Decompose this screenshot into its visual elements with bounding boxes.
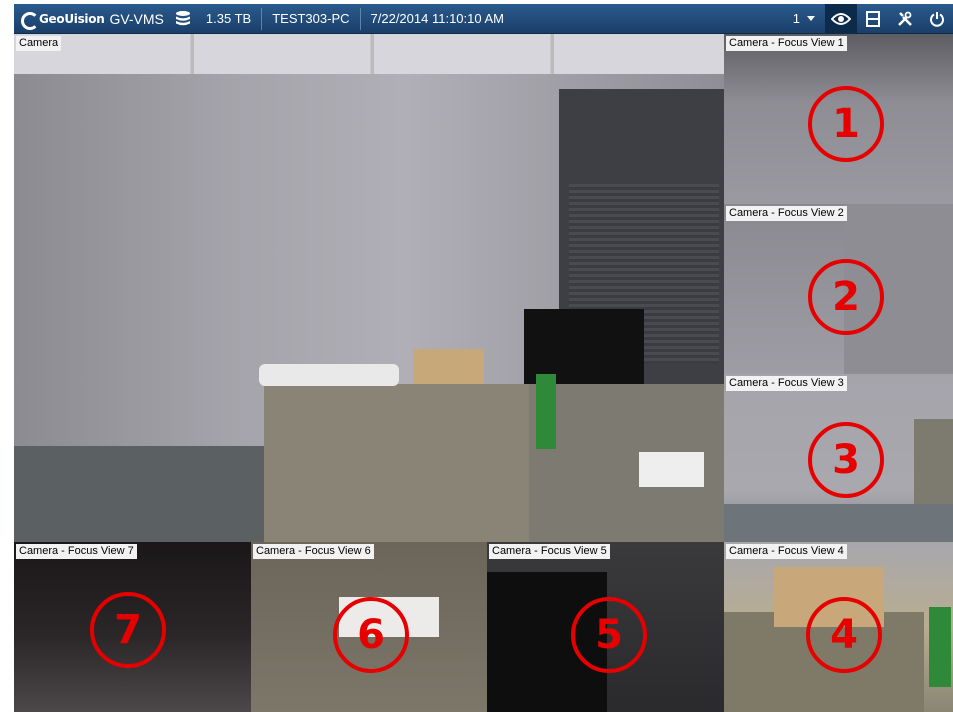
host-name: TEST303-PC bbox=[272, 11, 350, 26]
storage-size: 1.35 TB bbox=[205, 11, 252, 26]
focus-view-7[interactable]: Camera - Focus View 7 7 bbox=[14, 542, 251, 712]
focus-view-label: Camera - Focus View 1 bbox=[726, 36, 847, 51]
power-button[interactable] bbox=[921, 4, 953, 33]
page-selector[interactable]: 1 bbox=[783, 4, 825, 33]
annotation-circle: 7 bbox=[90, 592, 166, 668]
scene-box bbox=[414, 349, 484, 384]
camera-label: Camera bbox=[16, 36, 62, 51]
toolbar-actions: 1 bbox=[783, 4, 953, 33]
focus-view-label: Camera - Focus View 2 bbox=[726, 206, 847, 221]
eye-icon bbox=[831, 12, 851, 25]
focus-view-label: Camera - Focus View 4 bbox=[726, 544, 847, 559]
focus-view-5[interactable]: Camera - Focus View 5 5 bbox=[487, 542, 724, 712]
scene-bottle bbox=[536, 374, 556, 449]
focus-view-label: Camera - Focus View 5 bbox=[489, 544, 610, 559]
scene-sign bbox=[639, 452, 704, 487]
layout-icon bbox=[866, 10, 880, 27]
scene-partition bbox=[724, 504, 953, 542]
scene-cabinet bbox=[264, 384, 534, 542]
layout-button[interactable] bbox=[857, 4, 889, 33]
annotation-circle: 6 bbox=[333, 597, 409, 673]
power-icon bbox=[930, 11, 944, 27]
annotation-number: 1 bbox=[832, 101, 860, 147]
database-icon[interactable] bbox=[174, 10, 192, 28]
focus-view-3[interactable]: Camera - Focus View 3 3 bbox=[724, 374, 953, 542]
focus-view-label: Camera - Focus View 7 bbox=[16, 544, 137, 559]
divider bbox=[261, 7, 263, 30]
focus-view-1[interactable]: Camera - Focus View 1 1 bbox=[724, 34, 953, 204]
focus-view-2[interactable]: Camera - Focus View 2 2 bbox=[724, 204, 953, 374]
annotation-number: 6 bbox=[357, 612, 385, 658]
divider bbox=[359, 7, 361, 30]
chevron-down-icon bbox=[807, 16, 815, 21]
annotation-number: 5 bbox=[595, 612, 623, 658]
tools-button[interactable] bbox=[889, 4, 921, 33]
annotation-number: 2 bbox=[832, 274, 860, 320]
scene-ceiling-grid bbox=[14, 34, 724, 74]
top-toolbar: GeoUision GV-VMS 1.35 TB TEST303-PC 7/22… bbox=[14, 4, 953, 34]
annotation-circle: 1 bbox=[808, 86, 884, 162]
geovision-logo-icon bbox=[20, 11, 39, 30]
focus-view-label: Camera - Focus View 3 bbox=[726, 376, 847, 391]
annotation-number: 7 bbox=[114, 607, 142, 653]
tools-icon bbox=[898, 11, 912, 26]
date-time: 7/22/2014 11:10:10 AM bbox=[370, 11, 504, 26]
gv-vms-window: GeoUision GV-VMS 1.35 TB TEST303-PC 7/22… bbox=[0, 0, 953, 712]
app-logo: GeoUision GV-VMS bbox=[14, 4, 164, 33]
annotation-circle: 2 bbox=[808, 259, 884, 335]
focus-view-label: Camera - Focus View 6 bbox=[253, 544, 374, 559]
brand-name: GeoUision bbox=[39, 11, 105, 26]
focus-view-4[interactable]: Camera - Focus View 4 4 bbox=[724, 542, 953, 712]
main-camera-view[interactable]: Camera bbox=[14, 34, 724, 542]
scene-papers bbox=[259, 364, 399, 386]
scene-partition bbox=[14, 446, 264, 542]
annotation-circle: 5 bbox=[571, 597, 647, 673]
annotation-circle: 3 bbox=[808, 422, 884, 498]
page-selector-value: 1 bbox=[792, 11, 800, 26]
annotation-circle: 4 bbox=[806, 597, 882, 673]
annotation-number: 3 bbox=[832, 437, 860, 483]
scene-product-boxes bbox=[524, 309, 644, 384]
focus-view-6[interactable]: Camera - Focus View 6 6 bbox=[251, 542, 487, 712]
live-view-button[interactable] bbox=[825, 4, 857, 33]
annotation-number: 4 bbox=[830, 612, 858, 658]
product-name: GV-VMS bbox=[109, 10, 164, 27]
scene-bottle bbox=[929, 607, 951, 687]
